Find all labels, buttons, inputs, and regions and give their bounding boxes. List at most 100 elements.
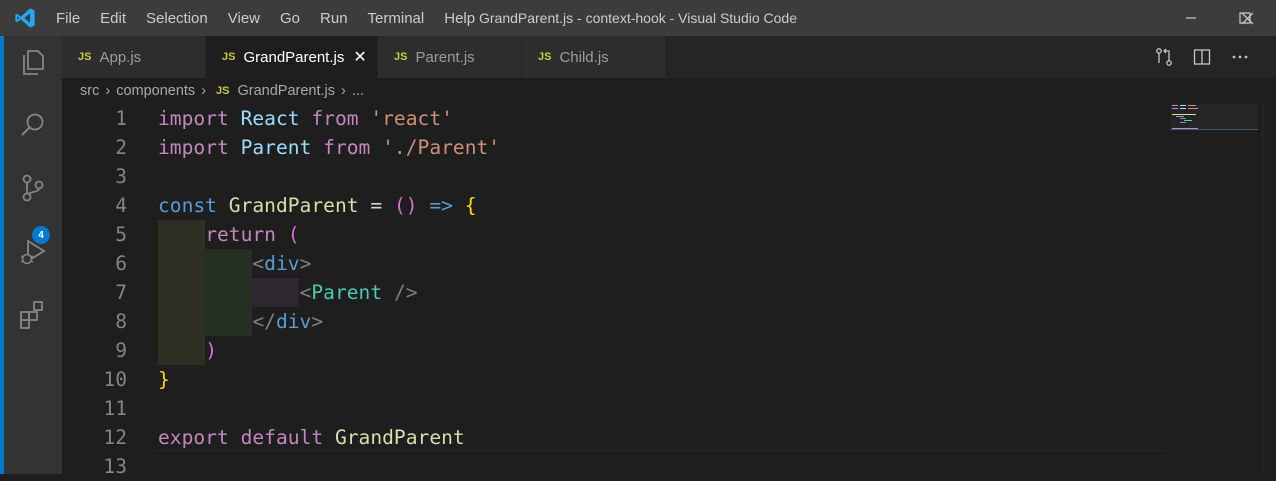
code-token: < bbox=[299, 281, 312, 304]
code-line[interactable]: 1 import React from 'react' bbox=[62, 104, 1162, 133]
line-code: return ( bbox=[158, 220, 299, 249]
line-number: 9 bbox=[115, 339, 127, 362]
tab-child-js[interactable]: JS Child.js bbox=[522, 36, 666, 78]
tab-app-js[interactable]: JS App.js bbox=[62, 36, 206, 78]
close-icon bbox=[1241, 12, 1253, 24]
chevron-right-icon: › bbox=[105, 83, 111, 99]
menu-file[interactable]: File bbox=[56, 10, 80, 27]
line-number: 8 bbox=[115, 310, 127, 333]
code-token: React bbox=[240, 107, 300, 130]
line-number: 13 bbox=[103, 455, 127, 478]
code-token: export bbox=[158, 426, 229, 449]
line-number: 5 bbox=[115, 223, 127, 246]
code-token: > bbox=[311, 310, 324, 333]
minimize-button[interactable] bbox=[1164, 0, 1218, 36]
code-line[interactable]: 13 bbox=[62, 452, 1162, 481]
code-token: Parent bbox=[240, 136, 312, 159]
code-token: default bbox=[240, 426, 324, 449]
code-token: < bbox=[252, 252, 265, 275]
code-line[interactable]: 2 import Parent from './Parent' bbox=[62, 133, 1162, 162]
line-code: ) bbox=[158, 336, 217, 365]
code-editor[interactable]: 1 import React from 'react' 2 import Parent… bbox=[62, 104, 1276, 478]
code-token: div bbox=[264, 252, 300, 275]
code-token: </ bbox=[252, 310, 276, 333]
menu-run[interactable]: Run bbox=[320, 10, 348, 27]
code-token: => bbox=[429, 194, 453, 217]
code-token: import bbox=[158, 136, 229, 159]
breadcrumb-src[interactable]: src bbox=[80, 83, 99, 99]
extensions-icon[interactable] bbox=[17, 298, 49, 330]
tab-grandparent-js[interactable]: JS GrandParent.js ✕ bbox=[206, 36, 378, 78]
line-code: import Parent from './Parent' bbox=[158, 133, 500, 162]
menu-view[interactable]: View bbox=[228, 10, 260, 27]
line-code: <div> bbox=[158, 249, 311, 278]
code-token: ) bbox=[205, 339, 217, 362]
code-token: div bbox=[275, 310, 312, 333]
breadcrumb-more[interactable]: ... bbox=[352, 83, 364, 99]
line-code: <Parent /> bbox=[158, 278, 418, 307]
code-line[interactable]: 7 <Parent /> bbox=[62, 278, 1162, 307]
code-token: () bbox=[393, 194, 418, 217]
menu-selection[interactable]: Selection bbox=[146, 10, 208, 27]
explorer-icon[interactable] bbox=[17, 46, 49, 78]
code-line[interactable]: 3 bbox=[62, 162, 1162, 191]
line-number: 4 bbox=[115, 194, 127, 217]
close-tab-icon[interactable]: ✕ bbox=[353, 47, 366, 67]
menu-help[interactable]: Help bbox=[444, 10, 475, 27]
run-debug-icon[interactable] bbox=[17, 236, 49, 268]
code-line[interactable]: 9 ) bbox=[62, 336, 1162, 365]
code-line[interactable]: 6 <div> bbox=[62, 249, 1162, 278]
vertical-scrollbar[interactable] bbox=[1262, 104, 1276, 474]
split-editor-icon[interactable] bbox=[1192, 47, 1212, 67]
close-window-button[interactable] bbox=[1220, 0, 1274, 36]
minimap[interactable] bbox=[1170, 104, 1258, 474]
line-number: 3 bbox=[115, 165, 127, 188]
code-line[interactable]: 8 </div> bbox=[62, 307, 1162, 336]
line-number: 2 bbox=[115, 136, 127, 159]
menu-edit[interactable]: Edit bbox=[100, 10, 126, 27]
code-line[interactable]: 10} bbox=[62, 365, 1162, 394]
menu-terminal[interactable]: Terminal bbox=[368, 10, 425, 27]
code-token: } bbox=[158, 368, 170, 391]
code-line[interactable]: 11 bbox=[62, 394, 1162, 423]
activity-bar: 4 bbox=[0, 36, 62, 474]
chevron-right-icon: › bbox=[341, 83, 346, 99]
line-code: export default GrandParent bbox=[158, 423, 465, 452]
code-line[interactable]: 5 return ( bbox=[62, 220, 1162, 249]
scrollbar-track bbox=[1267, 304, 1273, 310]
open-changes-icon[interactable] bbox=[1154, 47, 1174, 67]
code-token: return bbox=[205, 223, 276, 246]
breadcrumb: src › components › JS GrandParent.js › .… bbox=[62, 78, 1180, 104]
breadcrumb-file[interactable]: GrandParent.js bbox=[238, 83, 336, 99]
code-token: Parent bbox=[311, 281, 383, 304]
tab-label: Parent.js bbox=[415, 48, 475, 66]
search-icon[interactable] bbox=[17, 109, 49, 141]
line-number: 6 bbox=[115, 252, 127, 275]
js-file-icon: JS bbox=[538, 51, 552, 63]
js-file-icon: JS bbox=[394, 51, 408, 63]
more-actions-icon[interactable] bbox=[1230, 47, 1250, 67]
line-code: </div> bbox=[158, 307, 323, 336]
source-control-icon[interactable] bbox=[17, 172, 49, 204]
code-token: /> bbox=[393, 281, 418, 304]
code-line[interactable]: 4 const GrandParent = () => { bbox=[62, 191, 1162, 220]
breadcrumb-components[interactable]: components bbox=[116, 83, 195, 99]
code-token: const bbox=[158, 194, 217, 217]
js-file-icon: JS bbox=[78, 51, 92, 63]
code-token: './Parent' bbox=[382, 136, 501, 159]
minimize-icon bbox=[1186, 17, 1196, 19]
code-token: from bbox=[311, 107, 359, 130]
menu-go[interactable]: Go bbox=[280, 10, 300, 27]
code-line[interactable]: 12 export default GrandParent bbox=[62, 423, 1162, 452]
line-code: } bbox=[158, 365, 170, 394]
code-token: from bbox=[323, 136, 371, 159]
tab-parent-js[interactable]: JS Parent.js bbox=[378, 36, 522, 78]
